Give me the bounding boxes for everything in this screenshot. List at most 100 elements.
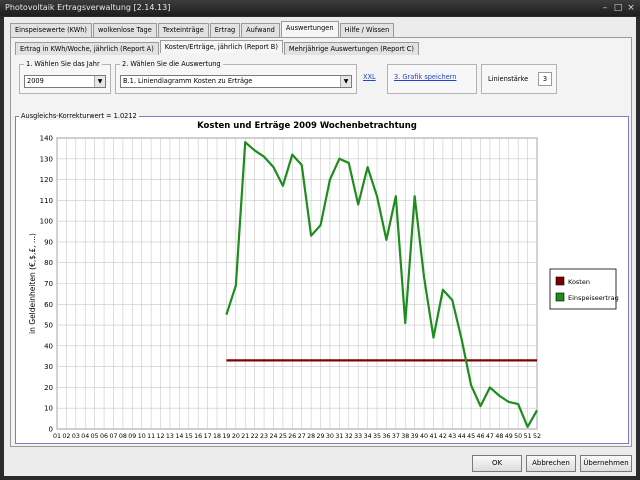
window-title: Photovoltaik Ertragsverwaltung [2.14.13]	[5, 3, 171, 12]
tab-report-b[interactable]: Kosten/Erträge, jährlich (Report B)	[159, 40, 283, 53]
tab-auswertungen[interactable]: Auswertungen	[280, 21, 339, 37]
cancel-button[interactable]: Abbrechen	[526, 455, 576, 472]
x-tick-label: 37	[392, 433, 400, 440]
save-group: 3. Grafik speichern	[387, 64, 477, 94]
x-tick-label: 28	[307, 433, 315, 440]
save-graphic-link[interactable]: 3. Grafik speichern	[394, 73, 456, 81]
linewidth-group: Linienstärke 3	[481, 64, 557, 94]
x-tick-label: 09	[128, 433, 136, 440]
x-tick-label: 39	[411, 433, 419, 440]
x-tick-label: 22	[251, 433, 259, 440]
x-tick-label: 02	[62, 433, 70, 440]
chart-area: 0 10 20 30 40 50 60 70 80 90 100 110 120 130 140 01 02 03…	[15, 116, 629, 453]
chart-title: Kosten und Erträge 2009 Wochenbetrachtun…	[197, 121, 417, 131]
x-tick-label: 19	[222, 433, 230, 440]
y-tick-label: 50	[44, 322, 53, 330]
x-tick-label: 10	[138, 433, 146, 440]
x-tick-label: 05	[91, 433, 99, 440]
linewidth-label: Linienstärke	[488, 75, 529, 83]
x-tick-label: 24	[269, 433, 277, 440]
x-tick-label: 03	[72, 433, 80, 440]
evaluation-select-value: B.1. Liniendiagramm Kosten zu Erträge	[123, 77, 253, 85]
maximize-icon[interactable]: □	[613, 3, 623, 13]
x-tick-label: 17	[204, 433, 212, 440]
x-tick-label: 47	[486, 433, 494, 440]
tab-einspeisewerte[interactable]: Einspeisewerte (KWh)	[10, 23, 93, 37]
linewidth-field[interactable]: 3	[538, 72, 552, 86]
legend-box	[549, 268, 617, 310]
x-tick-label: 23	[260, 433, 268, 440]
x-tick-label: 25	[279, 433, 287, 440]
window-controls: – □ ×	[600, 3, 636, 13]
x-tick-label: 16	[194, 433, 202, 440]
y-tick-label: 110	[40, 197, 53, 205]
x-tick-label: 44	[458, 433, 466, 440]
client-area: Einspeisewerte (KWh) wolkenlose Tage Tex…	[4, 17, 636, 476]
x-tick-label: 12	[157, 433, 165, 440]
y-tick-label: 20	[44, 384, 53, 392]
y-tick-label: 90	[44, 238, 53, 246]
x-tick-label: 42	[439, 433, 447, 440]
x-tick-label: 52	[533, 433, 541, 440]
x-tick-label: 08	[119, 433, 127, 440]
x-tick-label: 32	[345, 433, 353, 440]
tab-hilfe-wissen[interactable]: Hilfe / Wissen	[339, 23, 395, 37]
y-tick-label: 40	[44, 342, 53, 350]
tab-texteintraege[interactable]: Texteinträge	[157, 23, 209, 37]
year-group-label: 1. Wählen Sie das Jahr	[24, 60, 102, 68]
y-tick-label: 120	[40, 176, 53, 184]
x-tick-label: 07	[109, 433, 117, 440]
line-chart: 010203040506070809010011012013014001 02 03…	[28, 121, 619, 453]
x-tick-label: 48	[495, 433, 503, 440]
close-icon[interactable]: ×	[626, 3, 636, 13]
title-bar: Photovoltaik Ertragsverwaltung [2.14.13]…	[0, 0, 640, 16]
legend-label: Kosten	[568, 278, 590, 286]
ok-button[interactable]: OK	[472, 455, 522, 472]
apply-button[interactable]: Übernehmen	[580, 455, 632, 472]
y-tick-label: 70	[44, 280, 53, 288]
x-tick-label: 45	[467, 433, 475, 440]
x-tick-label: 38	[401, 433, 409, 440]
x-tick-label: 18	[213, 433, 221, 440]
x-tick-label: 49	[505, 433, 513, 440]
tab-report-c[interactable]: Mehrjährige Auswertungen (Report C)	[283, 42, 419, 55]
chevron-down-icon[interactable]: ▼	[340, 76, 351, 87]
x-tick-label: 31	[335, 433, 343, 440]
legend-label: Einspeiseertrag	[568, 294, 619, 302]
x-tick-label: 13	[166, 433, 174, 440]
xxl-link[interactable]: XXL	[363, 73, 376, 81]
x-tick-label: 36	[382, 433, 390, 440]
x-tick-label: 01	[53, 433, 61, 440]
x-tick-label: 30	[326, 433, 334, 440]
evaluation-select[interactable]: B.1. Liniendiagramm Kosten zu Erträge ▼	[120, 75, 352, 88]
y-tick-label: 100	[40, 218, 53, 226]
main-tabs: Einspeisewerte (KWh) wolkenlose Tage Tex…	[10, 21, 395, 37]
y-tick-label: 140	[40, 135, 53, 143]
x-tick-label: 06	[100, 433, 108, 440]
x-tick-label: 15	[185, 433, 193, 440]
legend-swatch	[555, 292, 565, 302]
y-tick-label: 80	[44, 259, 53, 267]
x-tick-label: 46	[477, 433, 485, 440]
minimize-icon[interactable]: –	[600, 3, 610, 13]
tab-aufwand[interactable]: Aufwand	[241, 23, 280, 37]
y-axis-label: in Geldeinheiten (€,$,£, ...)	[28, 233, 37, 334]
tab-ertrag[interactable]: Ertrag	[209, 23, 241, 37]
tab-wolkenlose-tage[interactable]: wolkenlose Tage	[93, 23, 157, 37]
x-tick-label: 33	[354, 433, 362, 440]
evaluation-group: 2. Wählen Sie die Auswertung B.1. Linien…	[115, 60, 357, 94]
x-tick-label: 29	[317, 433, 325, 440]
x-tick-label: 35	[373, 433, 381, 440]
tab-report-a[interactable]: Ertrag in KWh/Woche, jährlich (Report A)	[15, 42, 159, 55]
x-tick-label: 34	[364, 433, 372, 440]
year-select[interactable]: 2009 ▼	[24, 75, 106, 88]
x-tick-label: 21	[241, 433, 249, 440]
year-group: 1. Wählen Sie das Jahr 2009 ▼	[19, 60, 111, 94]
x-tick-label: 26	[288, 433, 296, 440]
correction-label: Ausgleichs-Korrekturwert = 1.0212	[19, 112, 139, 120]
x-tick-label: 14	[175, 433, 183, 440]
chevron-down-icon[interactable]: ▼	[94, 76, 105, 87]
x-tick-label: 41	[429, 433, 437, 440]
x-tick-label: 50	[514, 433, 522, 440]
x-tick-label: 51	[524, 433, 532, 440]
